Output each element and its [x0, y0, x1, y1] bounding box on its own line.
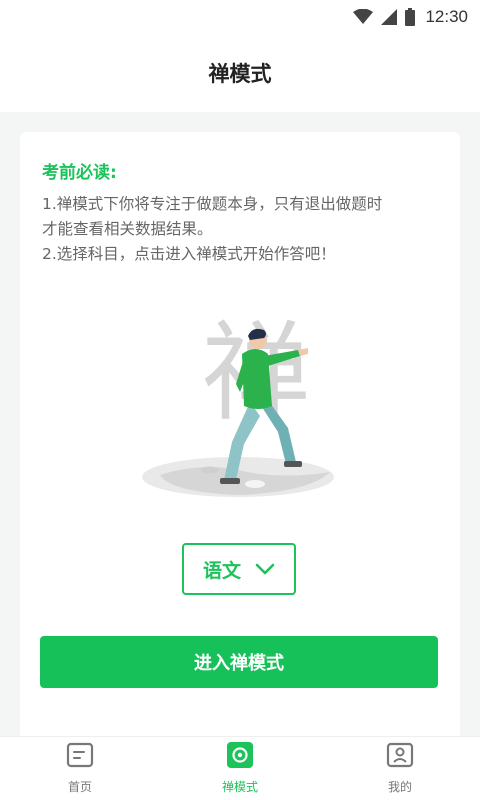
battery-icon — [405, 8, 416, 26]
tab-label: 禅模式 — [221, 780, 258, 794]
notice-line: 1.禅模式下你将专注于做题本身，只有退出做题时 — [42, 195, 383, 213]
status-time: 12:30 — [425, 7, 468, 26]
chevron-down-icon — [255, 560, 275, 579]
tab-zen-mode[interactable]: 禅模式 — [160, 737, 320, 800]
profile-icon — [386, 742, 414, 772]
home-icon — [66, 742, 94, 772]
notice-heading: 考前必读: — [42, 163, 117, 183]
subject-select[interactable]: 语文 — [182, 543, 296, 595]
enter-zen-mode-button[interactable]: 进入禅模式 — [40, 636, 438, 688]
subject-select-value: 语文 — [202, 559, 241, 582]
page-title: 禅模式 — [208, 62, 272, 86]
wifi-icon — [353, 9, 374, 25]
notice-line: 2.选择科目，点击进入禅模式开始作答吧！ — [42, 245, 336, 263]
tab-label: 我的 — [387, 780, 412, 794]
zen-mode-icon — [226, 742, 254, 772]
tab-label: 首页 — [67, 780, 92, 794]
status-icons — [353, 8, 416, 26]
zen-mode-card: 考前必读: 1.禅模式下你将专注于做题本身，只有退出做题时 才能查看相关数据结果… — [20, 132, 460, 752]
cellular-signal-icon — [381, 9, 398, 25]
tab-profile[interactable]: 我的 — [320, 737, 480, 800]
status-bar: 12:30 — [0, 0, 480, 34]
notice-line: 才能查看相关数据结果。 — [42, 220, 213, 238]
bottom-tab-bar: 首页 禅模式 我的 — [0, 736, 480, 800]
tab-home[interactable]: 首页 — [0, 737, 160, 800]
notice-body: 1.禅模式下你将专注于做题本身，只有退出做题时 才能查看相关数据结果。 2.选择… — [42, 192, 444, 267]
meditation-figure-illustration: 禅 — [140, 292, 360, 502]
app-bar: 禅模式 — [0, 34, 480, 112]
